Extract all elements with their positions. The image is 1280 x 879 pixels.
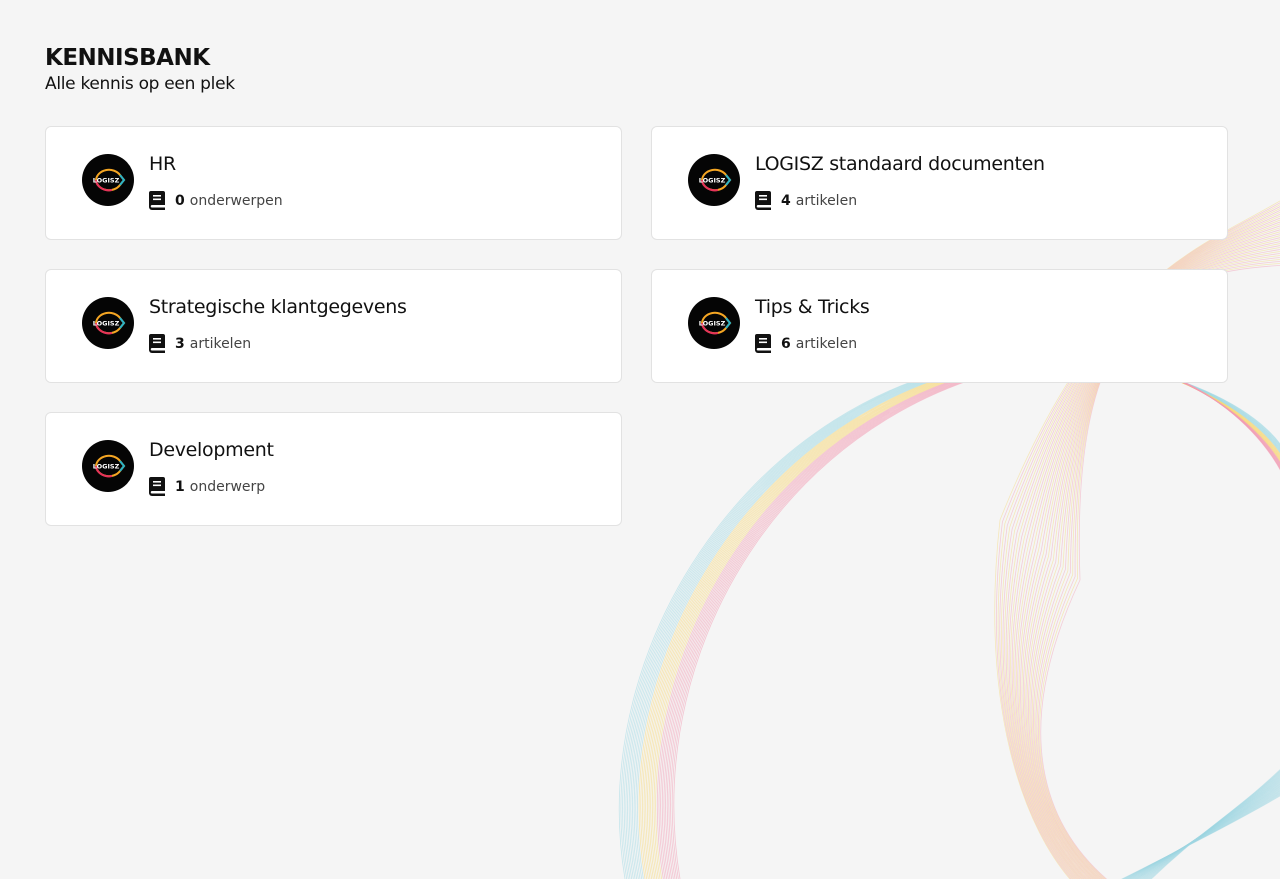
book-icon: [149, 191, 165, 210]
page-title: KENNISBANK: [45, 45, 210, 71]
category-count: 3: [175, 335, 185, 352]
category-card-hr[interactable]: LOGISZ HR 0 onderwerpen: [45, 126, 622, 240]
page-subtitle: Alle kennis op een plek: [45, 74, 235, 94]
category-count: 6: [781, 335, 791, 352]
category-unit: artikelen: [795, 335, 858, 352]
category-unit: onderwerp: [189, 478, 266, 495]
category-meta: 1 onderwerp: [149, 477, 265, 496]
logisz-logo-icon: LOGISZ: [82, 440, 134, 492]
logisz-logo-icon: LOGISZ: [82, 297, 134, 349]
category-meta: 4 artikelen: [755, 191, 857, 210]
logisz-logo-icon: LOGISZ: [688, 154, 740, 206]
category-meta: 3 artikelen: [149, 334, 251, 353]
book-icon: [755, 334, 771, 353]
logisz-logo-icon: LOGISZ: [688, 297, 740, 349]
category-card-logisz-standaard-documenten[interactable]: LOGISZ LOGISZ standaard documenten 4 art…: [651, 126, 1228, 240]
category-title: LOGISZ standaard documenten: [755, 153, 1045, 175]
category-card-strategische-klantgegevens[interactable]: LOGISZ Strategische klantgegevens 3 arti…: [45, 269, 622, 383]
book-icon: [755, 191, 771, 210]
category-meta: 6 artikelen: [755, 334, 857, 353]
category-title: Strategische klantgegevens: [149, 296, 407, 318]
category-count: 0: [175, 192, 185, 209]
category-count: 4: [781, 192, 791, 209]
logisz-logo-icon: LOGISZ: [82, 154, 134, 206]
svg-text:LOGISZ: LOGISZ: [699, 177, 726, 185]
page-header: KENNISBANK Alle kennis op een plek: [0, 0, 1280, 96]
svg-text:LOGISZ: LOGISZ: [93, 463, 120, 471]
category-meta: 0 onderwerpen: [149, 191, 283, 210]
category-title: Development: [149, 439, 274, 461]
category-title: HR: [149, 153, 176, 175]
category-title: Tips & Tricks: [755, 296, 870, 318]
svg-text:LOGISZ: LOGISZ: [699, 320, 726, 328]
category-card-development[interactable]: LOGISZ Development 1 onderwerp: [45, 412, 622, 526]
book-icon: [149, 334, 165, 353]
category-unit: onderwerpen: [189, 192, 283, 209]
svg-text:LOGISZ: LOGISZ: [93, 177, 120, 185]
svg-text:LOGISZ: LOGISZ: [93, 320, 120, 328]
book-icon: [149, 477, 165, 496]
category-unit: artikelen: [189, 335, 252, 352]
category-count: 1: [175, 478, 185, 495]
category-unit: artikelen: [795, 192, 858, 209]
category-card-tips-tricks[interactable]: LOGISZ Tips & Tricks 6 artikelen: [651, 269, 1228, 383]
